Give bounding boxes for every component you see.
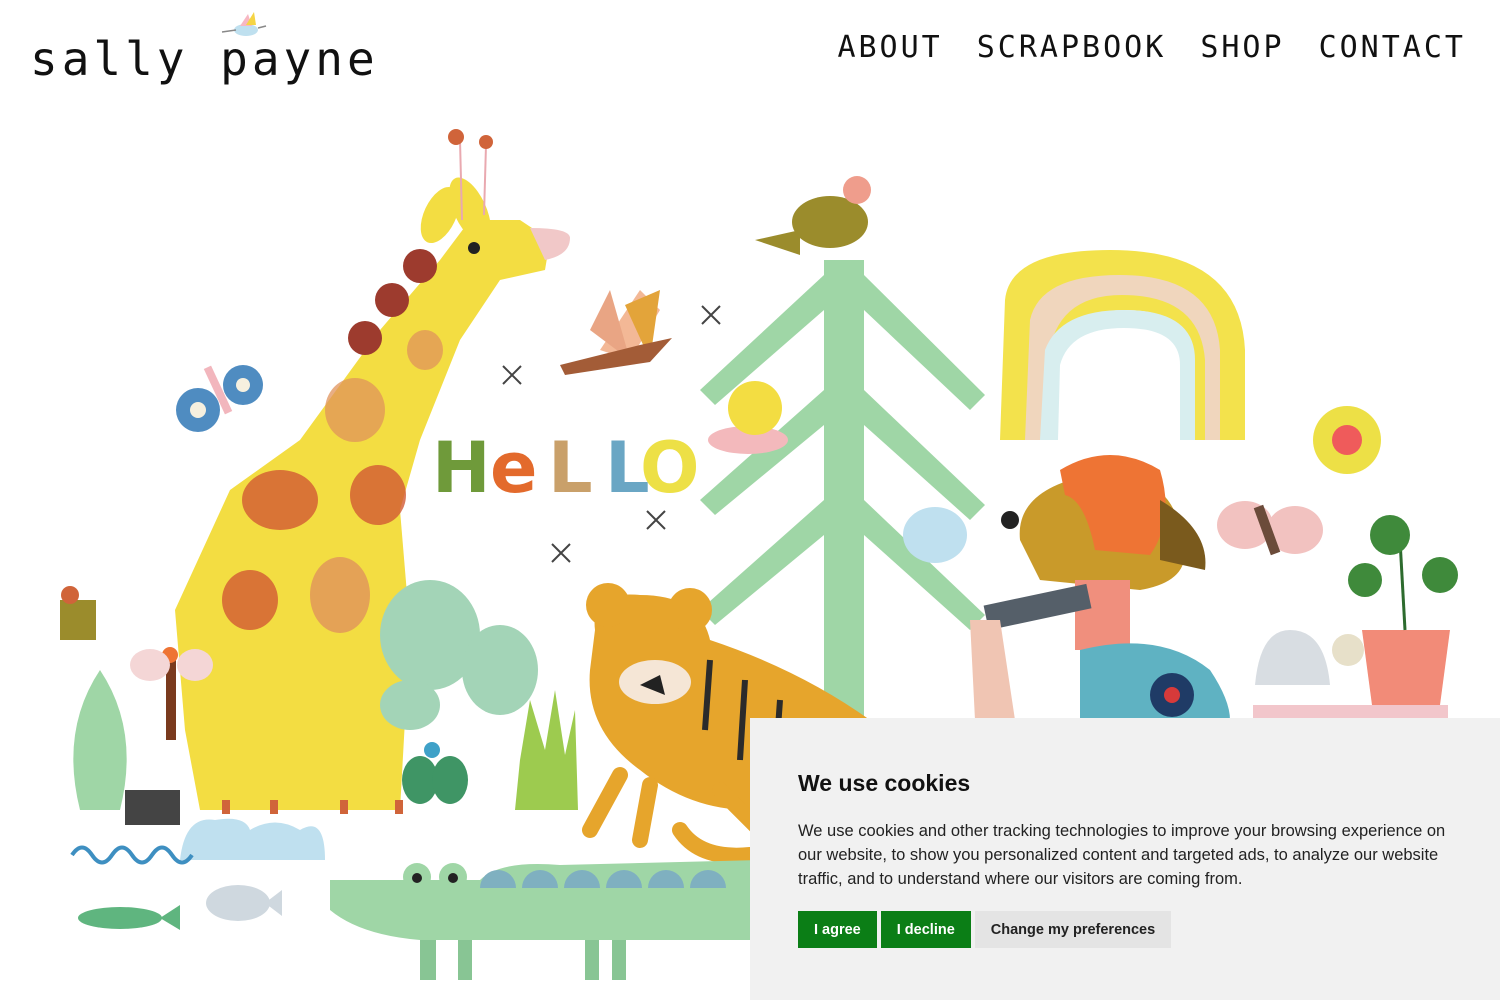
main-nav: ABOUT SCRAPBOOK SHOP CONTACT — [837, 30, 1466, 65]
crocodile-illustration — [330, 860, 760, 980]
bird-illustration — [755, 176, 871, 255]
rainbow-illustration — [1000, 250, 1245, 440]
beetle-illustration — [903, 507, 967, 563]
logo-text: sally payne — [30, 32, 379, 86]
cookie-message: We use cookies and other tracking techno… — [798, 822, 1446, 888]
dog-illustration — [970, 455, 1230, 720]
nav-shop[interactable]: SHOP — [1200, 30, 1284, 65]
hello-letter: L — [548, 427, 593, 509]
hello-text: He L LO — [432, 427, 700, 509]
butterfly-right-illustration — [1217, 501, 1323, 556]
butterfly-illustration — [176, 365, 263, 432]
turtle-illustration — [1255, 630, 1364, 685]
nav-scrapbook[interactable]: SCRAPBOOK — [977, 30, 1167, 65]
leafy-plant-illustration — [380, 580, 578, 810]
agree-button[interactable]: I agree — [798, 911, 877, 948]
bird-icon — [221, 12, 267, 36]
decline-button[interactable]: I decline — [880, 911, 971, 948]
cookie-buttons: I agree I decline Change my preferences — [798, 911, 1452, 948]
hello-letter: O — [640, 427, 700, 509]
nav-about[interactable]: ABOUT — [837, 30, 942, 65]
hello-letter: H — [432, 427, 491, 509]
change-preferences-button[interactable]: Change my preferences — [974, 911, 1172, 948]
hello-letter: e — [490, 427, 537, 509]
site-logo[interactable]: sally payne — [30, 12, 375, 98]
tree-illustration — [700, 260, 985, 720]
nav-contact[interactable]: CONTACT — [1319, 30, 1466, 65]
cookie-title: We use cookies — [798, 770, 971, 796]
flower-illustration — [1313, 406, 1381, 474]
cookie-consent-banner: We use cookies We use cookies and other … — [750, 718, 1500, 1000]
flying-bird-illustration — [560, 290, 672, 375]
